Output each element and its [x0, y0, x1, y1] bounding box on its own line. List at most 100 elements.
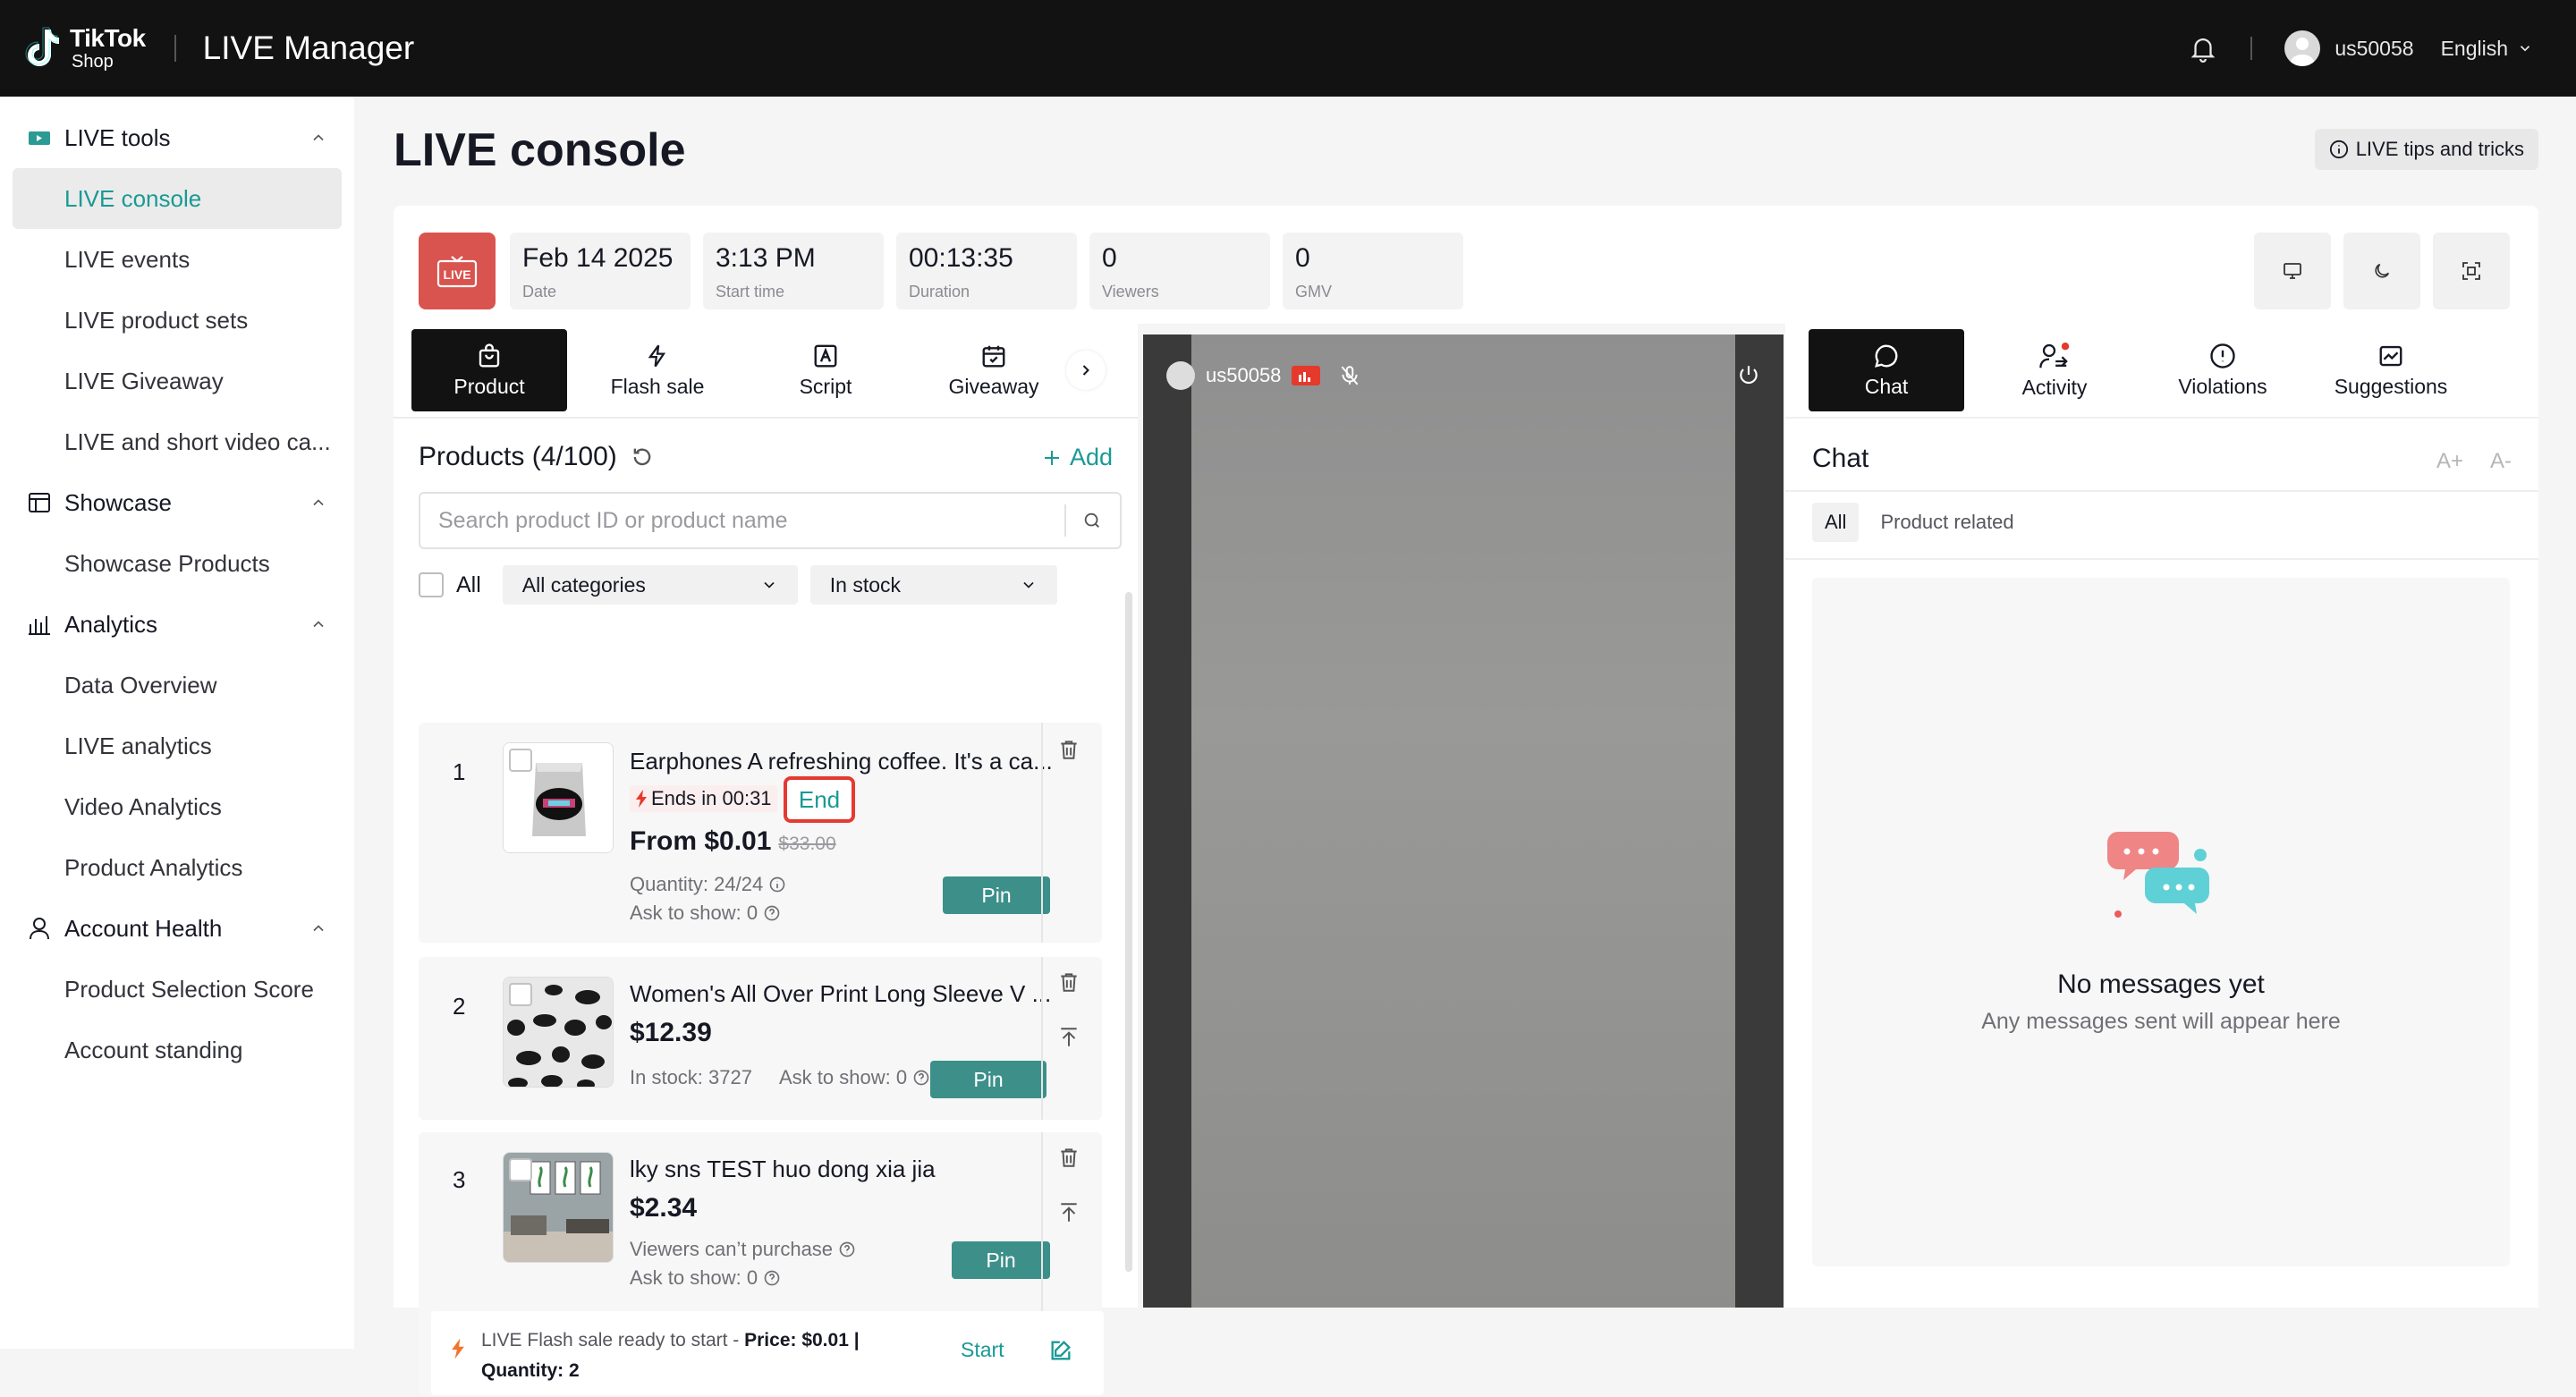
tab-chat[interactable]: Chat — [1809, 329, 1964, 411]
mic-off-icon[interactable] — [1338, 363, 1361, 388]
avatar[interactable] — [2284, 30, 2321, 66]
live-badge-text: LIVE — [443, 267, 470, 282]
tab-product[interactable]: Product — [411, 329, 567, 411]
tiktok-shop-logo[interactable]: TikTok Shop — [25, 26, 146, 71]
sidebar-group-live-tools[interactable]: LIVE tools — [0, 107, 354, 168]
sidebar: LIVE tools LIVE console LIVE events LIVE… — [0, 97, 354, 1349]
chevron-up-icon — [309, 129, 327, 147]
sidebar-item-video-analytics[interactable]: Video Analytics — [13, 776, 342, 837]
trash-icon[interactable] — [1057, 1145, 1080, 1170]
question-icon[interactable] — [763, 904, 781, 922]
monitor-button[interactable] — [2254, 233, 2331, 309]
tab-flash-sale[interactable]: Flash sale — [580, 329, 735, 411]
stat-date-label: Date — [522, 283, 557, 301]
card-divider — [1041, 723, 1043, 943]
edit-icon[interactable] — [1048, 1338, 1073, 1363]
sidebar-item-live-analytics[interactable]: LIVE analytics — [13, 715, 342, 776]
stat-start-time-label: Start time — [716, 283, 785, 301]
power-icon[interactable] — [1737, 363, 1760, 386]
stat-gmv-label: GMV — [1295, 283, 1333, 301]
lightning-icon — [648, 344, 666, 367]
fullscreen-icon — [2462, 262, 2480, 280]
stock-select[interactable]: In stock — [809, 565, 1057, 605]
sidebar-group-showcase[interactable]: Showcase — [0, 472, 354, 533]
start-flash-sale-button[interactable]: Start — [961, 1338, 1004, 1362]
product-stock-text: In stock: 3727 — [630, 1066, 752, 1088]
font-decrease-button[interactable]: A- — [2490, 449, 2512, 474]
flash-sale-ready-bar: LIVE Flash sale ready to start - Price: … — [431, 1311, 1104, 1395]
add-product-label: Add — [1069, 444, 1113, 470]
bell-icon[interactable] — [2188, 33, 2218, 64]
question-icon[interactable] — [912, 1069, 930, 1087]
sidebar-item-product-analytics[interactable]: Product Analytics — [13, 837, 342, 898]
pin-to-top-icon[interactable] — [1057, 1025, 1080, 1050]
pin-button[interactable]: Pin — [930, 1061, 1046, 1098]
sidebar-group-analytics[interactable]: Analytics — [0, 594, 354, 655]
filter-all[interactable]: All — [1812, 503, 1860, 542]
interaction-panel: Chat Activity Violations Suggestions Cha… — [1785, 324, 2538, 1308]
product-quantity: Quantity: 24/24 — [630, 873, 786, 896]
product-title: lky sns TEST huo dong xia jia — [630, 1156, 936, 1182]
end-flash-sale-button[interactable]: End — [784, 776, 855, 823]
sidebar-item-live-events[interactable]: LIVE events — [13, 229, 342, 290]
product-checkbox[interactable] — [509, 983, 532, 1006]
select-all-checkbox[interactable] — [419, 572, 444, 597]
add-product-button[interactable]: Add — [1041, 444, 1113, 471]
logo-text-shop: Shop — [72, 52, 114, 72]
pin-to-top-icon[interactable] — [1057, 1200, 1080, 1225]
language-label: English — [2440, 36, 2508, 60]
sidebar-item-data-overview[interactable]: Data Overview — [13, 655, 342, 715]
sidebar-item-live-product-sets[interactable]: LIVE product sets — [13, 290, 342, 351]
pin-button[interactable]: Pin — [943, 876, 1050, 914]
tab-giveaway[interactable]: Giveaway — [916, 329, 1072, 411]
product-card-1[interactable]: 1 Earphones A refreshing coffee. It's a … — [419, 723, 1102, 943]
product-checkbox[interactable] — [509, 749, 532, 772]
live-video-preview[interactable]: us50058 — [1143, 334, 1784, 1308]
username[interactable]: us50058 — [2334, 37, 2413, 61]
products-heading: Products (4/100) — [419, 442, 655, 472]
fullscreen-button[interactable] — [2433, 233, 2510, 309]
tab-activity[interactable]: Activity — [1977, 329, 2132, 411]
sidebar-item-product-selection-score[interactable]: Product Selection Score — [13, 959, 342, 1020]
question-icon[interactable] — [838, 1240, 856, 1258]
product-checkbox[interactable] — [509, 1158, 532, 1181]
sidebar-item-showcase-products[interactable]: Showcase Products — [13, 533, 342, 594]
pin-button[interactable]: Pin — [952, 1241, 1050, 1279]
product-stock: In stock: 3727 Ask to show: 0 — [630, 1066, 930, 1089]
live-tips-button[interactable]: LIVE tips and tricks — [2314, 129, 2538, 170]
info-icon[interactable] — [768, 876, 786, 893]
tab-label: Activity — [2021, 375, 2088, 399]
trash-icon[interactable] — [1057, 737, 1080, 762]
product-thumbnail — [503, 742, 614, 853]
activity-users-icon — [2039, 342, 2070, 368]
sidebar-item-account-standing[interactable]: Account standing — [13, 1020, 342, 1080]
language-selector[interactable]: English — [2441, 37, 2533, 61]
category-select[interactable]: All categories — [502, 565, 798, 605]
sidebar-group-account-health[interactable]: Account Health — [0, 898, 354, 959]
tab-violations[interactable]: Violations — [2145, 329, 2301, 411]
sidebar-item-live-short-video[interactable]: LIVE and short video ca... — [13, 411, 342, 472]
top-bar: TikTok Shop LIVE Manager us50058 English — [0, 0, 2576, 97]
trash-icon[interactable] — [1057, 969, 1080, 995]
card-divider — [1041, 1132, 1043, 1311]
tab-suggestions[interactable]: Suggestions — [2313, 329, 2469, 411]
sidebar-group-label: Analytics — [64, 610, 158, 638]
search-icon[interactable] — [1064, 504, 1102, 537]
tabs-next-button[interactable] — [1066, 351, 1106, 390]
product-search-input[interactable]: Search product ID or product name — [419, 492, 1122, 549]
stat-viewers-label: Viewers — [1102, 283, 1159, 301]
sidebar-item-live-console[interactable]: LIVE console — [13, 168, 342, 229]
sidebar-item-live-giveaway[interactable]: LIVE Giveaway — [13, 351, 342, 411]
tab-script[interactable]: Script — [748, 329, 903, 411]
products-scrollbar[interactable] — [1125, 592, 1132, 1272]
question-icon[interactable] — [763, 1269, 781, 1287]
filter-product-related[interactable]: Product related — [1868, 503, 2026, 542]
product-card-2[interactable]: 2 Women's All Over Print Long Sleeve V .… — [419, 957, 1102, 1120]
font-increase-button[interactable]: A+ — [2436, 449, 2463, 474]
bar-chart-icon — [27, 614, 52, 635]
trend-chart-icon — [2379, 345, 2402, 366]
dark-mode-button[interactable] — [2343, 233, 2420, 309]
stat-viewers-value: 0 — [1102, 243, 1117, 273]
store-icon — [27, 491, 52, 514]
refresh-icon[interactable] — [630, 444, 655, 470]
